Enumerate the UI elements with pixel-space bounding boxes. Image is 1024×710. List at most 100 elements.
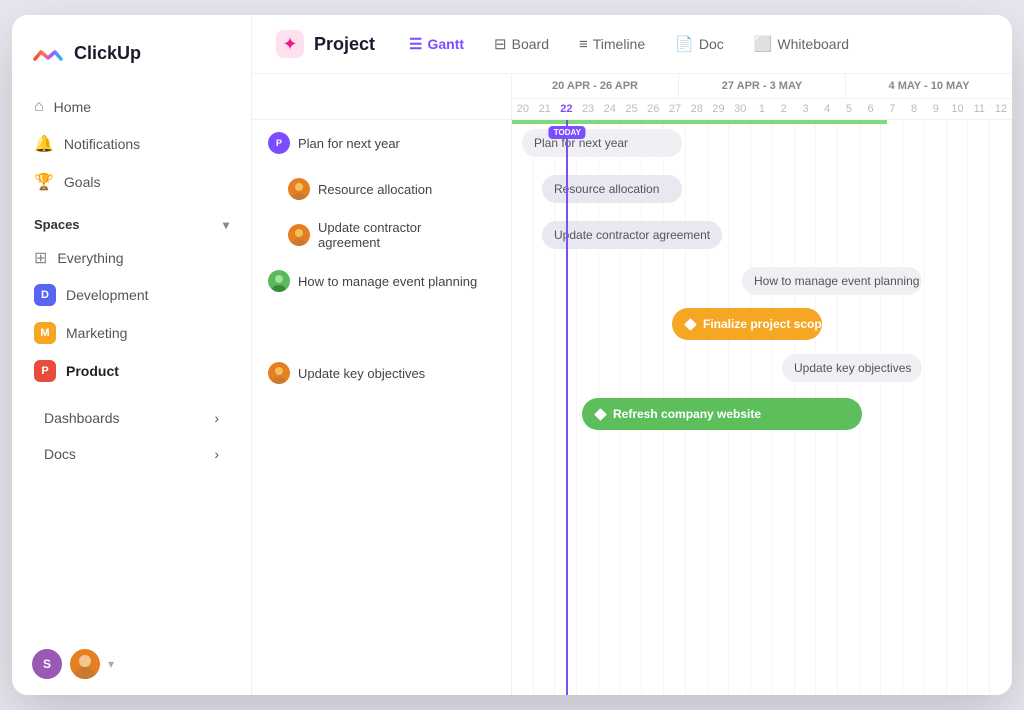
gantt-header-spacer xyxy=(252,74,512,119)
day-header-7: 7 xyxy=(881,99,903,119)
sidebar-item-development-label: Development xyxy=(66,287,149,303)
docs-label: Docs xyxy=(44,446,76,462)
day-header-6: 6 xyxy=(860,99,882,119)
sidebar-item-notifications-label: Notifications xyxy=(64,136,140,152)
sidebar: ClickUp ⌂ Home 🔔 Notifications 🏆 Goals S… xyxy=(12,15,252,695)
tab-doc[interactable]: 📄 Doc xyxy=(663,29,736,59)
sidebar-footer: S ▾ xyxy=(12,633,251,695)
bar-scope: Finalize project scope xyxy=(672,308,822,340)
task-row-plan: P Plan for next year xyxy=(252,120,511,166)
tab-board[interactable]: ⊟ Board xyxy=(482,29,561,59)
day-header-29: 29 xyxy=(708,99,730,119)
board-tab-icon: ⊟ xyxy=(494,35,507,53)
spaces-section-header: Spaces ▾ xyxy=(12,201,251,240)
whiteboard-tab-icon: ⬜ xyxy=(754,35,773,53)
docs-section[interactable]: Docs › xyxy=(22,436,241,472)
sidebar-item-product-label: Product xyxy=(66,363,119,379)
tab-timeline[interactable]: ≡ Timeline xyxy=(567,30,657,59)
task-row-website-spacer xyxy=(252,396,511,442)
day-header-11: 11 xyxy=(968,99,990,119)
bar-website: Refresh company website xyxy=(582,398,862,430)
logo: ClickUp xyxy=(12,15,251,89)
day-header-26: 26 xyxy=(642,99,664,119)
tab-gantt[interactable]: ☰ Gantt xyxy=(397,29,476,59)
bar-contractor-label: Update contractor agreement xyxy=(554,228,710,242)
scope-diamond-icon xyxy=(684,318,697,331)
grid-line-20 xyxy=(947,120,969,695)
task-row-resource: Resource allocation xyxy=(252,166,511,212)
user2-avatar-image xyxy=(70,649,100,679)
task-plan-avatar: P xyxy=(268,132,290,154)
today-badge: TODAY xyxy=(549,126,586,139)
day-header-1: 1 xyxy=(751,99,773,119)
day-headers-container: 2021222324252627282930123456789101112 xyxy=(512,99,1012,119)
day-header-23: 23 xyxy=(577,99,599,119)
day-header-28: 28 xyxy=(686,99,708,119)
gantt-area: 20 APR - 26 APR 27 APR - 3 MAY 4 MAY - 1… xyxy=(252,74,1012,695)
topbar: ✦ Project ☰ Gantt ⊟ Board ≡ Timeline 📄 D… xyxy=(252,15,1012,74)
task-event-label: How to manage event planning xyxy=(298,274,477,289)
spaces-chevron-icon: ▾ xyxy=(223,218,229,232)
bar-event: How to manage event planning xyxy=(742,267,922,295)
day-header-10: 10 xyxy=(947,99,969,119)
gantt-grid-area: TODAY Plan for next year Resource alloca… xyxy=(512,120,1012,695)
everything-icon: ⊞ xyxy=(34,248,47,268)
grid-line-16 xyxy=(860,120,882,695)
notifications-icon: 🔔 xyxy=(34,134,54,154)
today-line: TODAY xyxy=(566,120,568,695)
day-header-3: 3 xyxy=(795,99,817,119)
user2-avatar[interactable] xyxy=(70,649,100,679)
bar-website-label: Refresh company website xyxy=(613,407,761,421)
spaces-label: Spaces xyxy=(34,217,80,232)
grid-line-19 xyxy=(925,120,947,695)
goals-icon: 🏆 xyxy=(34,172,54,192)
day-header-5: 5 xyxy=(838,99,860,119)
marketing-badge: M xyxy=(34,322,56,344)
sidebar-item-everything[interactable]: ⊞ Everything xyxy=(22,240,241,276)
development-badge: D xyxy=(34,284,56,306)
sidebar-item-home[interactable]: ⌂ Home xyxy=(22,89,241,125)
sidebar-item-marketing[interactable]: M Marketing xyxy=(22,314,241,352)
sidebar-item-goals[interactable]: 🏆 Goals xyxy=(22,163,241,201)
day-headers-row: 2021222324252627282930123456789101112 xyxy=(512,99,1012,119)
dashboards-label: Dashboards xyxy=(44,410,120,426)
bar-resource: Resource allocation xyxy=(542,175,682,203)
doc-tab-icon: 📄 xyxy=(675,35,694,53)
grid-line-18 xyxy=(903,120,925,695)
day-header-4: 4 xyxy=(816,99,838,119)
task-row-event: How to manage event planning xyxy=(252,258,511,304)
doc-tab-label: Doc xyxy=(699,36,724,52)
sidebar-item-everything-label: Everything xyxy=(57,250,123,266)
task-contractor-avatar xyxy=(288,224,310,246)
bar-plan: Plan for next year xyxy=(522,129,682,157)
gantt-dates-header: 20 APR - 26 APR 27 APR - 3 MAY 4 MAY - 1… xyxy=(512,74,1012,119)
gantt-tab-label: Gantt xyxy=(427,36,464,52)
user1-avatar[interactable]: S xyxy=(32,649,62,679)
day-header-21: 21 xyxy=(534,99,556,119)
project-title: Project xyxy=(314,34,375,55)
day-header-30: 30 xyxy=(729,99,751,119)
dashboards-chevron-icon: › xyxy=(214,410,219,426)
gantt-tab-icon: ☰ xyxy=(409,35,422,53)
tab-whiteboard[interactable]: ⬜ Whiteboard xyxy=(742,29,861,59)
gantt-body: P Plan for next year Resource allocation xyxy=(252,120,1012,695)
main-content: ✦ Project ☰ Gantt ⊟ Board ≡ Timeline 📄 D… xyxy=(252,15,1012,695)
project-icon: ✦ xyxy=(276,30,304,58)
grid-line-0 xyxy=(512,120,534,695)
week-headers-row: 20 APR - 26 APR 27 APR - 3 MAY 4 MAY - 1… xyxy=(512,74,1012,99)
task-labels-col: P Plan for next year Resource allocation xyxy=(252,120,512,695)
bar-contractor: Update contractor agreement xyxy=(542,221,722,249)
dashboards-section[interactable]: Dashboards › xyxy=(22,400,241,436)
day-header-2: 2 xyxy=(773,99,795,119)
day-header-20: 20 xyxy=(512,99,534,119)
spaces-nav: ⊞ Everything D Development M Marketing P… xyxy=(12,240,251,390)
sidebar-item-product[interactable]: P Product xyxy=(22,352,241,390)
grid-line-21 xyxy=(968,120,990,695)
day-header-8: 8 xyxy=(903,99,925,119)
product-badge: P xyxy=(34,360,56,382)
docs-chevron-icon: › xyxy=(214,446,219,462)
sidebar-item-development[interactable]: D Development xyxy=(22,276,241,314)
sidebar-item-notifications[interactable]: 🔔 Notifications xyxy=(22,125,241,163)
bar-resource-label: Resource allocation xyxy=(554,182,659,196)
bar-event-label: How to manage event planning xyxy=(754,274,919,288)
